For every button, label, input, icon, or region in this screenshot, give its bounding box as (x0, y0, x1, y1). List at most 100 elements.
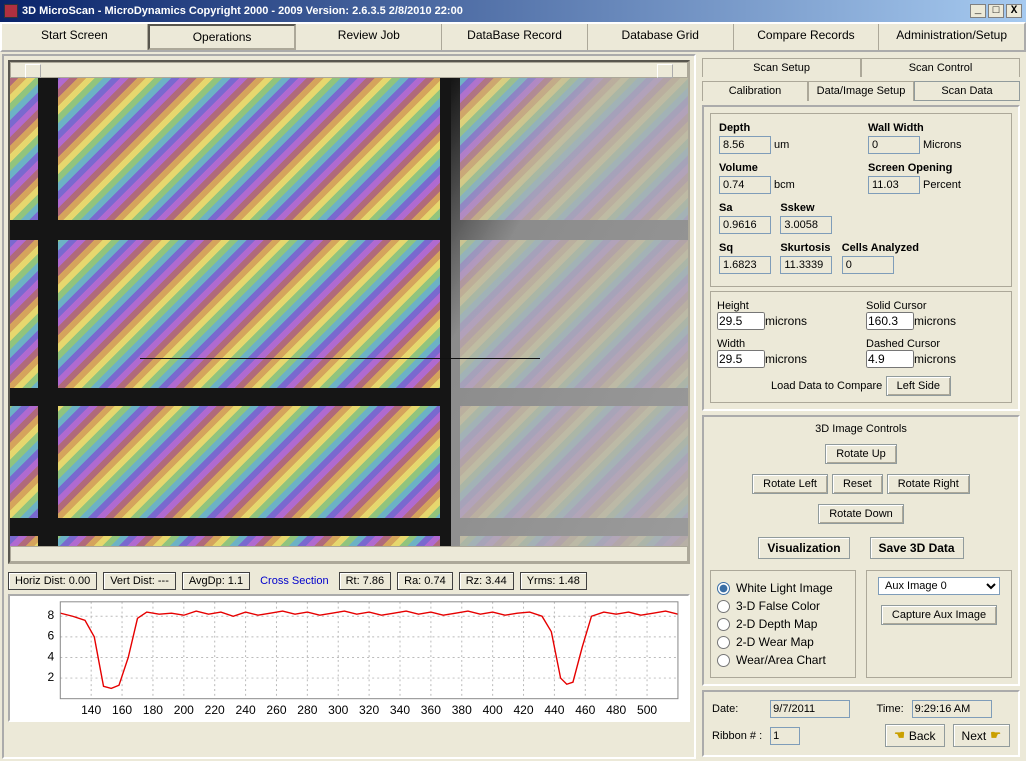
rotate-left-button[interactable]: Rotate Left (752, 474, 828, 494)
maximize-button[interactable]: □ (988, 4, 1004, 18)
time-field[interactable] (912, 700, 992, 718)
close-button[interactable]: X (1006, 4, 1022, 18)
wall-width-field[interactable] (868, 136, 920, 154)
width-field[interactable] (717, 350, 765, 368)
skurtosis-field[interactable] (780, 256, 832, 274)
rt-metric[interactable]: Rt: 7.86 (339, 572, 392, 590)
rz-metric[interactable]: Rz: 3.44 (459, 572, 514, 590)
menu-admin-setup[interactable]: Administration/Setup (879, 24, 1024, 50)
width-unit: microns (765, 352, 807, 366)
save-3d-button[interactable]: Save 3D Data (870, 537, 964, 559)
screen-opening-field[interactable] (868, 176, 920, 194)
svg-text:240: 240 (236, 703, 257, 717)
dashed-cursor-label: Dashed Cursor (866, 338, 940, 350)
title-bar: 3D MicroScan - MicroDynamics Copyright 2… (0, 0, 1026, 22)
next-arrow-icon: ☛ (990, 728, 1001, 743)
dashed-cursor-unit: microns (914, 352, 956, 366)
app-icon (4, 4, 18, 18)
cells-analyzed-field[interactable] (842, 256, 894, 274)
3d-controls-title: 3D Image Controls (710, 423, 1012, 435)
volume-label: Volume (719, 162, 795, 174)
tab-calibration[interactable]: Calibration (702, 81, 808, 101)
vert-dist[interactable]: Vert Dist: --- (103, 572, 176, 590)
scan-image[interactable] (10, 78, 688, 546)
radio-depth-map[interactable]: 2-D Depth Map (717, 617, 849, 631)
svg-text:140: 140 (81, 703, 102, 717)
scroll-track-top[interactable] (10, 62, 688, 78)
right-pane: Scan Setup Scan Control Calibration Data… (698, 54, 1024, 759)
rotate-right-button[interactable]: Rotate Right (887, 474, 970, 494)
date-field[interactable] (770, 700, 850, 718)
footer-panel: Date: Time: Ribbon # : ☚Back Next☛ (702, 690, 1020, 757)
menu-compare-records[interactable]: Compare Records (734, 24, 880, 50)
visualization-radios: White Light Image 3-D False Color 2-D De… (710, 570, 856, 678)
volume-unit: bcm (774, 179, 795, 191)
horiz-dist[interactable]: Horiz Dist: 0.00 (8, 572, 97, 590)
aux-image-select[interactable]: Aux Image 0 (878, 577, 1000, 595)
solid-cursor-field[interactable] (866, 312, 914, 330)
svg-text:280: 280 (297, 703, 318, 717)
svg-text:320: 320 (359, 703, 380, 717)
tab-scan-control[interactable]: Scan Control (861, 58, 1020, 77)
svg-text:4: 4 (48, 650, 55, 664)
menu-review-job[interactable]: Review Job (296, 24, 442, 50)
radio-wear-map[interactable]: 2-D Wear Map (717, 635, 849, 649)
menu-database-record[interactable]: DataBase Record (442, 24, 588, 50)
cross-section-label: Cross Section (260, 575, 328, 587)
svg-text:400: 400 (483, 703, 504, 717)
wall-width-unit: Microns (923, 139, 962, 151)
height-unit: microns (765, 314, 807, 328)
yrms-metric[interactable]: Yrms: 1.48 (520, 572, 587, 590)
left-side-button[interactable]: Left Side (886, 376, 951, 396)
scan-image-frame (8, 60, 690, 564)
cross-section-line (140, 358, 540, 359)
tabs-row-2: Calibration Data/Image Setup Scan Data (702, 81, 1020, 101)
radio-wear-area[interactable]: Wear/Area Chart (717, 653, 849, 667)
sq-field[interactable] (719, 256, 771, 274)
radio-false-color[interactable]: 3-D False Color (717, 599, 849, 613)
svg-text:380: 380 (452, 703, 473, 717)
date-label: Date: (712, 703, 762, 715)
visualization-button[interactable]: Visualization (758, 537, 849, 559)
svg-text:300: 300 (328, 703, 349, 717)
time-label: Time: (877, 703, 904, 715)
menu-database-grid[interactable]: Database Grid (588, 24, 734, 50)
screen-opening-label: Screen Opening (868, 162, 961, 174)
svg-text:480: 480 (606, 703, 627, 717)
radio-white-light[interactable]: White Light Image (717, 581, 849, 595)
svg-text:160: 160 (112, 703, 133, 717)
ribbon-label: Ribbon # : (712, 730, 762, 742)
window-title: 3D MicroScan - MicroDynamics Copyright 2… (22, 5, 968, 17)
scan-metrics-group: Depth um Wall Width Microns Volume bcm (710, 113, 1012, 287)
next-button[interactable]: Next☛ (953, 724, 1010, 747)
ra-metric[interactable]: Ra: 0.74 (397, 572, 453, 590)
height-field[interactable] (717, 312, 765, 330)
menu-operations[interactable]: Operations (148, 24, 297, 50)
avg-dp[interactable]: AvgDp: 1.1 (182, 572, 250, 590)
svg-text:440: 440 (544, 703, 565, 717)
depth-field[interactable] (719, 136, 771, 154)
dashed-cursor-field[interactable] (866, 350, 914, 368)
tab-scan-data[interactable]: Scan Data (914, 81, 1020, 101)
sskew-label: Sskew (780, 202, 832, 214)
tab-scan-setup[interactable]: Scan Setup (702, 58, 861, 77)
depth-label: Depth (719, 122, 789, 134)
back-button[interactable]: ☚Back (885, 724, 944, 747)
tab-data-image-setup[interactable]: Data/Image Setup (808, 81, 914, 101)
main-menu: Start Screen Operations Review Job DataB… (0, 22, 1026, 52)
ribbon-field[interactable] (770, 727, 800, 745)
metric-row: Horiz Dist: 0.00 Vert Dist: --- AvgDp: 1… (8, 572, 690, 590)
scroll-track-bottom[interactable] (10, 546, 688, 562)
rotate-up-button[interactable]: Rotate Up (825, 444, 897, 464)
volume-field[interactable] (719, 176, 771, 194)
menu-start-screen[interactable]: Start Screen (2, 24, 148, 50)
load-data-label: Load Data to Compare (771, 380, 882, 392)
depth-unit: um (774, 139, 789, 151)
minimize-button[interactable]: _ (970, 4, 986, 18)
capture-aux-button[interactable]: Capture Aux Image (881, 605, 997, 625)
rotate-down-button[interactable]: Rotate Down (818, 504, 904, 524)
reset-button[interactable]: Reset (832, 474, 883, 494)
tabs-row-1: Scan Setup Scan Control (702, 58, 1020, 77)
sskew-field[interactable] (780, 216, 832, 234)
sa-field[interactable] (719, 216, 771, 234)
